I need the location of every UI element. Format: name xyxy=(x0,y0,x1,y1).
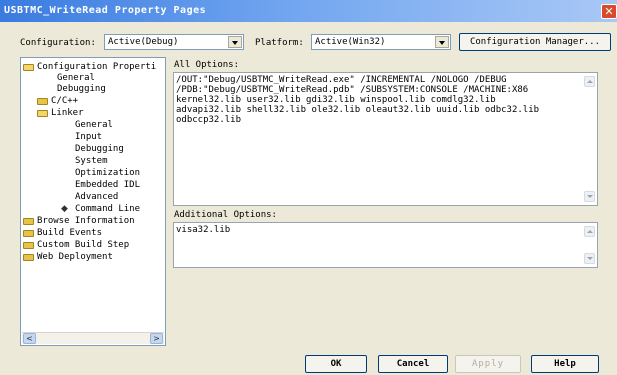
folder-icon xyxy=(37,98,48,105)
platform-label: Platform: xyxy=(255,38,304,48)
folder-open-icon xyxy=(37,110,48,117)
configuration-value: Active(Debug) xyxy=(108,37,179,47)
folder-icon xyxy=(23,254,34,261)
scroll-up-icon[interactable] xyxy=(584,226,595,237)
chevron-down-icon[interactable] xyxy=(228,36,242,48)
scroll-right-icon[interactable]: > xyxy=(150,333,163,344)
scroll-up-icon[interactable] xyxy=(584,76,595,87)
property-tree[interactable]: Configuration Properti General Debugging… xyxy=(20,57,166,346)
help-button[interactable]: Help xyxy=(531,355,599,373)
title-bar[interactable]: USBTMC_WriteRead Property Pages ✕ xyxy=(0,0,617,22)
window-title: USBTMC_WriteRead Property Pages xyxy=(4,5,207,16)
tree-item-linker-embedded-idl[interactable]: Embedded IDL xyxy=(75,180,140,191)
chevron-down-icon[interactable] xyxy=(435,36,449,48)
tree-item-linker-debugging[interactable]: Debugging xyxy=(75,144,124,155)
configuration-manager-button[interactable]: Configuration Manager... xyxy=(459,33,611,51)
close-button[interactable]: ✕ xyxy=(601,4,617,19)
tree-item-linker-system[interactable]: System xyxy=(75,156,108,167)
all-options-label: All Options: xyxy=(174,60,240,70)
scroll-down-icon[interactable] xyxy=(584,253,595,264)
tree-item-linker-optimization[interactable]: Optimization xyxy=(75,168,140,179)
additional-options-text: visa32.lib xyxy=(176,225,231,235)
tree-item-debugging[interactable]: Debugging xyxy=(57,84,106,95)
configuration-combo[interactable]: Active(Debug) xyxy=(104,34,244,50)
all-options-text: /OUT:"Debug/USBTMC_WriteRead.exe" /INCRE… xyxy=(176,75,540,125)
folder-icon xyxy=(23,230,34,237)
ok-button[interactable]: OK xyxy=(305,355,367,373)
folder-open-icon xyxy=(23,64,34,71)
close-icon: ✕ xyxy=(604,5,614,18)
folder-icon xyxy=(23,242,34,249)
additional-options-textbox[interactable]: visa32.lib xyxy=(173,222,598,268)
folder-icon xyxy=(23,218,34,225)
diamond-icon: ◆ xyxy=(61,204,68,214)
tree-item-linker-advanced[interactable]: Advanced xyxy=(75,192,118,203)
tree-item-linker-general[interactable]: General xyxy=(75,120,113,131)
platform-value: Active(Win32) xyxy=(315,37,386,47)
apply-button[interactable]: Apply xyxy=(455,355,521,373)
cancel-button[interactable]: Cancel xyxy=(378,355,448,373)
additional-options-label: Additional Options: xyxy=(174,210,277,220)
scroll-left-icon[interactable]: < xyxy=(23,333,36,344)
scroll-down-icon[interactable] xyxy=(584,191,595,202)
platform-combo[interactable]: Active(Win32) xyxy=(311,34,451,50)
tree-item-general[interactable]: General xyxy=(57,73,95,84)
configuration-label: Configuration: xyxy=(20,38,96,48)
tree-item-linker-input[interactable]: Input xyxy=(75,132,102,143)
all-options-textbox[interactable]: /OUT:"Debug/USBTMC_WriteRead.exe" /INCRE… xyxy=(173,72,598,206)
tree-horizontal-scrollbar[interactable]: < > xyxy=(22,332,164,344)
